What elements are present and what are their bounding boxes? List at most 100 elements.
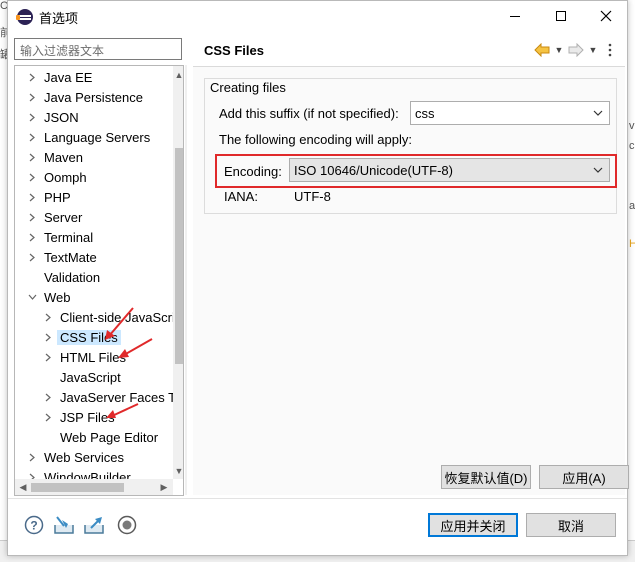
tree-item[interactable]: JSON [26,107,79,127]
tree-item[interactable]: Maven [26,147,83,167]
tree-item[interactable]: Terminal [26,227,93,247]
chevron-right-icon[interactable] [26,167,38,187]
title-bar[interactable]: 首选项 [8,1,627,32]
tree-item[interactable]: Oomph [26,167,87,187]
tree-item-label: Terminal [44,229,94,245]
close-button[interactable] [583,1,629,31]
chevron-right-icon[interactable] [26,187,38,207]
chevron-right-icon[interactable] [26,207,38,227]
cancel-button[interactable]: 取消 [526,513,616,537]
iana-label: IANA: [224,189,258,204]
chevron-right-icon[interactable] [26,147,38,167]
tree-item[interactable]: HTML Files [42,347,126,367]
page-nav-toolbar: ▼ ▼ [533,40,619,60]
encoding-label: Encoding: [224,164,282,179]
help-icon[interactable]: ? [23,514,45,536]
tree-vertical-scrollbar[interactable]: ▲ ▼ [173,66,183,479]
tree-item[interactable]: Client-side JavaScri [42,307,175,327]
tree-item[interactable]: Java EE [26,67,92,87]
chevron-right-icon[interactable] [26,447,38,467]
svg-text:?: ? [30,519,37,533]
preferences-dialog: 首选项 输入过滤器文本 Java EE Java Persistence JSON L… [7,0,629,556]
record-icon[interactable] [116,514,138,536]
chevron-right-icon[interactable] [26,67,38,87]
suffix-combo[interactable]: css [410,101,610,125]
eclipse-logo-icon [16,9,33,25]
chevron-right-icon[interactable] [26,87,38,107]
tree-item[interactable]: Validation [26,267,100,287]
tree-item[interactable]: Java Persistence [26,87,143,107]
encoding-combo[interactable]: ISO 10646/Unicode(UTF-8) [289,158,610,182]
tree-item-label: Client-side JavaScri [60,309,175,325]
page-header: CSS Files ▼ ▼ [193,34,625,66]
scroll-left-arrow-icon[interactable]: ◀ [16,479,30,495]
chevron-right-icon[interactable] [42,307,54,327]
tree-item-label: Language Servers [44,129,151,145]
chevron-right-icon[interactable] [26,227,38,247]
sash-divider[interactable] [185,65,187,495]
import-icon[interactable] [53,514,75,536]
maximize-button[interactable] [538,1,584,31]
close-icon [600,10,612,22]
export-icon[interactable] [83,514,105,536]
tree-item[interactable]: JavaServer Faces To [42,387,182,407]
tree-item-label: JSP Files [60,409,115,425]
suffix-value: css [415,106,435,121]
tree-horizontal-scrollbar[interactable]: ◀ ▶ [15,479,173,495]
background-fragment: a [629,200,635,212]
chevron-right-icon[interactable] [42,327,54,347]
encoding-intro-label: The following encoding will apply: [219,132,412,147]
scroll-right-arrow-icon[interactable]: ▶ [157,479,171,495]
tree-item[interactable]: JavaScript [42,367,121,387]
scroll-down-arrow-icon[interactable]: ▼ [173,464,183,478]
filter-input[interactable]: 输入过滤器文本 [14,38,182,60]
tree-item-label: Maven [44,149,84,165]
tree-item-label: TextMate [44,249,97,265]
tree-item[interactable]: PHP [26,187,71,207]
preferences-tree: Java EE Java Persistence JSON Language Serv… [14,65,184,496]
back-dropdown-chevron-down-icon[interactable]: ▼ [553,41,565,59]
chevron-right-icon[interactable] [42,347,54,367]
tree-item[interactable]: Server [26,207,82,227]
tree-item-label: HTML Files [60,349,126,365]
forward-arrow-icon[interactable] [567,41,585,59]
css-files-page: Creating files Add this suffix (if not s… [193,67,629,495]
view-menu-icon[interactable] [601,41,619,59]
suffix-label: Add this suffix (if not specified): [219,106,399,121]
tree-item-label: Web Services [44,449,124,465]
maximize-icon [556,11,566,21]
restore-defaults-button[interactable]: 恢复默认值(D) [441,465,531,489]
tree-horizontal-scroll-thumb[interactable] [31,483,124,492]
minimize-button[interactable] [492,1,538,31]
footer-separator [8,498,627,499]
tree-item[interactable]: CSS Files [42,327,121,347]
chevron-right-icon[interactable] [26,107,38,127]
tree-item-label: Java Persistence [44,89,143,105]
chevron-down-icon[interactable] [26,287,38,307]
tree-item[interactable]: Web [26,287,71,307]
encoding-value: ISO 10646/Unicode(UTF-8) [294,163,453,178]
tree-item[interactable]: Language Servers [26,127,150,147]
back-arrow-icon[interactable] [533,41,551,59]
tree-vertical-scroll-thumb[interactable] [175,148,183,364]
tree-item[interactable]: TextMate [26,247,97,267]
tree-item[interactable]: Web Page Editor [42,427,158,447]
chevron-right-icon[interactable] [26,127,38,147]
scroll-up-arrow-icon[interactable]: ▲ [173,68,183,82]
chevron-right-icon[interactable] [42,407,54,427]
tree-item[interactable]: Web Services [26,447,124,467]
chevron-right-icon[interactable] [42,387,54,407]
apply-and-close-button[interactable]: 应用并关闭 [428,513,518,537]
background-fragment: H [629,238,635,250]
tree-item-label: JavaScript [60,369,121,385]
apply-button[interactable]: 应用(A) [539,465,629,489]
minimize-icon [510,15,520,17]
tree-item-label: Web Page Editor [60,429,159,445]
tree-item-label: Validation [44,269,101,285]
forward-dropdown-chevron-down-icon[interactable]: ▼ [587,41,599,59]
chevron-right-icon[interactable] [26,247,38,267]
tree-item[interactable]: JSP Files [42,407,115,427]
